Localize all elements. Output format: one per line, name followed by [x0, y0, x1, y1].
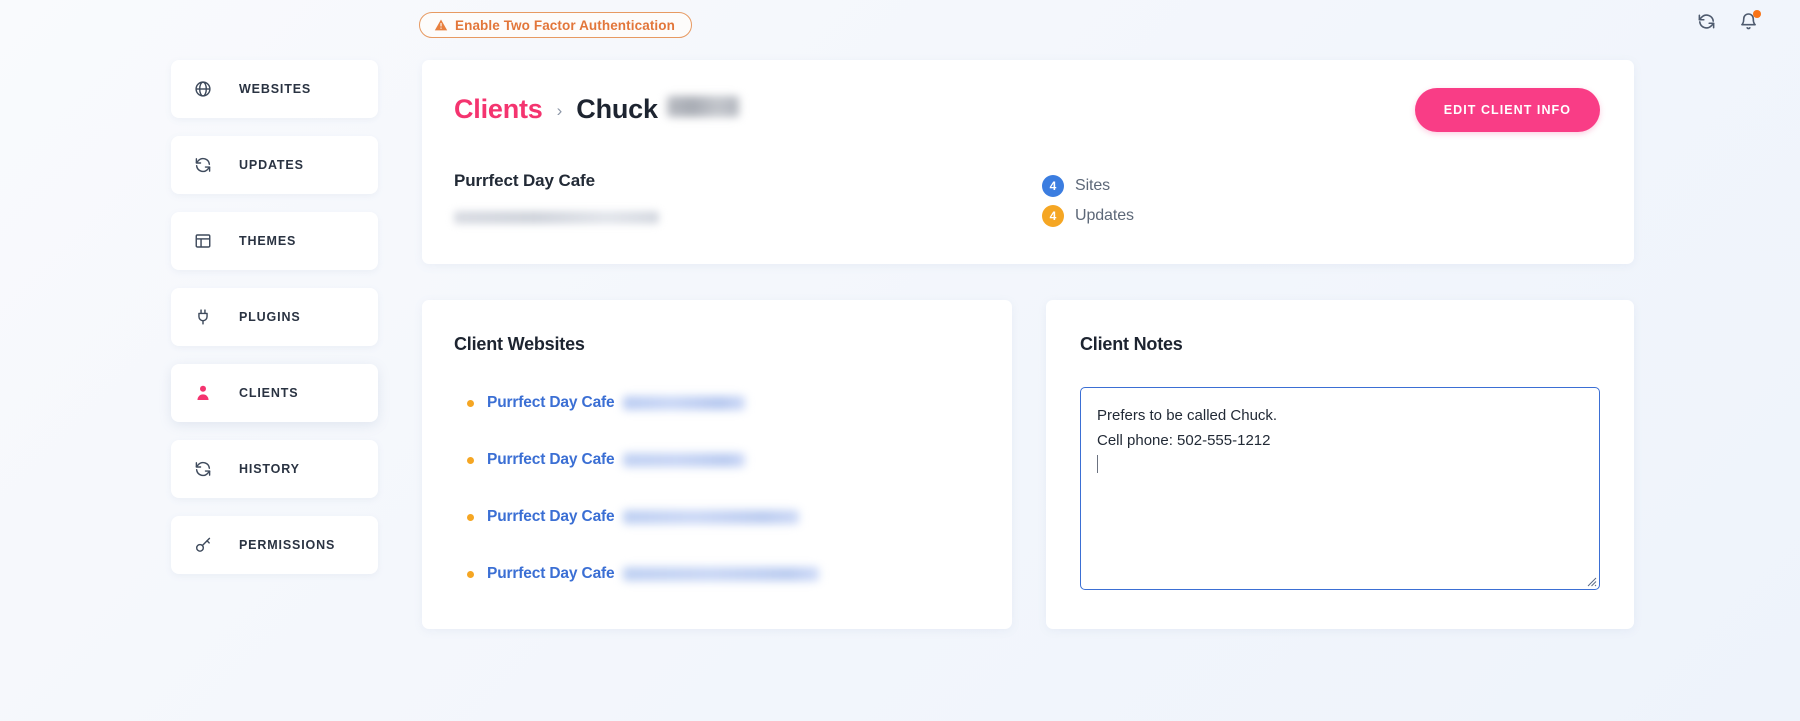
- refresh-icon: [194, 460, 212, 478]
- client-email-redacted-wrap: [454, 211, 1024, 225]
- notifications-button[interactable]: [1739, 12, 1758, 31]
- plug-icon: [194, 308, 212, 326]
- edit-client-info-button[interactable]: EDIT CLIENT INFO: [1415, 88, 1600, 132]
- sidebar-item-label: CLIENTS: [239, 386, 298, 400]
- website-url-redacted: [623, 510, 799, 524]
- sidebar-item-plugins[interactable]: PLUGINS: [171, 288, 378, 346]
- sidebar-item-clients[interactable]: CLIENTS: [171, 364, 378, 422]
- notes-line-1: Prefers to be called Chuck.: [1097, 403, 1583, 428]
- refresh-icon: [194, 156, 212, 174]
- updates-count-badge: 4: [1042, 205, 1064, 227]
- sidebar-item-label: PLUGINS: [239, 310, 301, 324]
- client-header-card: Clients › Chuck EDIT CLIENT INFO Purrfec…: [422, 60, 1634, 264]
- sidebar: WEBSITES UPDATES THEMES PLUGINS: [0, 60, 378, 592]
- status-dot-icon: [467, 571, 474, 578]
- warning-triangle-icon: [434, 18, 448, 32]
- notes-caret-line: [1097, 453, 1583, 478]
- website-link[interactable]: Purrfect Day Cafe: [487, 508, 615, 526]
- website-link[interactable]: Purrfect Day Cafe: [487, 565, 615, 583]
- website-link[interactable]: Purrfect Day Cafe: [487, 451, 615, 469]
- list-item[interactable]: Purrfect Day Cafe: [454, 449, 980, 471]
- client-email-redacted: [454, 211, 659, 224]
- client-identity: Purrfect Day Cafe: [454, 171, 1024, 231]
- sidebar-item-updates[interactable]: UPDATES: [171, 136, 378, 194]
- text-cursor: [1097, 455, 1098, 473]
- notes-line-2: Cell phone: 502-555-1212: [1097, 428, 1583, 453]
- client-websites-card: Client Websites Purrfect Day Cafe Purrfe…: [422, 300, 1012, 629]
- notification-badge-dot: [1753, 10, 1761, 18]
- client-notes-textarea[interactable]: Prefers to be called Chuck. Cell phone: …: [1080, 387, 1600, 590]
- client-notes-card: Client Notes Prefers to be called Chuck.…: [1046, 300, 1634, 629]
- client-last-name-redacted: [667, 96, 739, 117]
- sites-count-badge: 4: [1042, 175, 1064, 197]
- sites-label: Sites: [1075, 177, 1110, 195]
- website-url-redacted: [623, 567, 819, 581]
- stat-sites: 4 Sites: [1042, 171, 1134, 201]
- website-link[interactable]: Purrfect Day Cafe: [487, 394, 615, 412]
- updates-label: Updates: [1075, 207, 1134, 225]
- list-item[interactable]: Purrfect Day Cafe: [454, 563, 980, 585]
- sidebar-item-label: HISTORY: [239, 462, 300, 476]
- stat-updates: 4 Updates: [1042, 201, 1134, 231]
- breadcrumb-current: Chuck: [576, 94, 739, 125]
- sync-refresh-icon[interactable]: [1697, 12, 1716, 31]
- sidebar-item-permissions[interactable]: PERMISSIONS: [171, 516, 378, 574]
- breadcrumb-clients-link[interactable]: Clients: [454, 94, 543, 125]
- globe-icon: [194, 80, 212, 98]
- sidebar-item-label: THEMES: [239, 234, 296, 248]
- person-icon: [194, 384, 212, 402]
- list-item[interactable]: Purrfect Day Cafe: [454, 506, 980, 528]
- sidebar-item-label: UPDATES: [239, 158, 304, 172]
- sidebar-item-websites[interactable]: WEBSITES: [171, 60, 378, 118]
- client-info-row: Purrfect Day Cafe 4 Sites 4 Updates: [454, 171, 1600, 231]
- resize-handle-icon[interactable]: [1585, 575, 1597, 587]
- status-dot-icon: [467, 514, 474, 521]
- client-websites-title: Client Websites: [454, 334, 980, 355]
- sidebar-item-history[interactable]: HISTORY: [171, 440, 378, 498]
- client-websites-list: Purrfect Day Cafe Purrfect Day Cafe Purr…: [454, 392, 980, 585]
- client-first-name: Chuck: [576, 94, 658, 125]
- chevron-right-icon: ›: [557, 101, 563, 121]
- main-content: Clients › Chuck EDIT CLIENT INFO Purrfec…: [422, 60, 1634, 629]
- website-url-redacted: [623, 396, 745, 410]
- key-icon: [194, 536, 212, 554]
- window-icon: [194, 232, 212, 250]
- status-dot-icon: [467, 400, 474, 407]
- top-bar: Enable Two Factor Authentication: [0, 0, 1800, 48]
- client-stats: 4 Sites 4 Updates: [1042, 171, 1134, 231]
- website-url-redacted: [623, 453, 745, 467]
- sidebar-item-themes[interactable]: THEMES: [171, 212, 378, 270]
- sidebar-item-label: PERMISSIONS: [239, 538, 335, 552]
- lower-cards-row: Client Websites Purrfect Day Cafe Purrfe…: [422, 300, 1634, 629]
- client-notes-title: Client Notes: [1080, 334, 1600, 355]
- sidebar-item-label: WEBSITES: [239, 82, 311, 96]
- list-item[interactable]: Purrfect Day Cafe: [454, 392, 980, 414]
- enable-two-factor-banner[interactable]: Enable Two Factor Authentication: [419, 12, 692, 38]
- business-name: Purrfect Day Cafe: [454, 171, 1024, 191]
- status-dot-icon: [467, 457, 474, 464]
- top-bar-actions: [1697, 12, 1758, 31]
- enable-two-factor-label: Enable Two Factor Authentication: [455, 18, 675, 33]
